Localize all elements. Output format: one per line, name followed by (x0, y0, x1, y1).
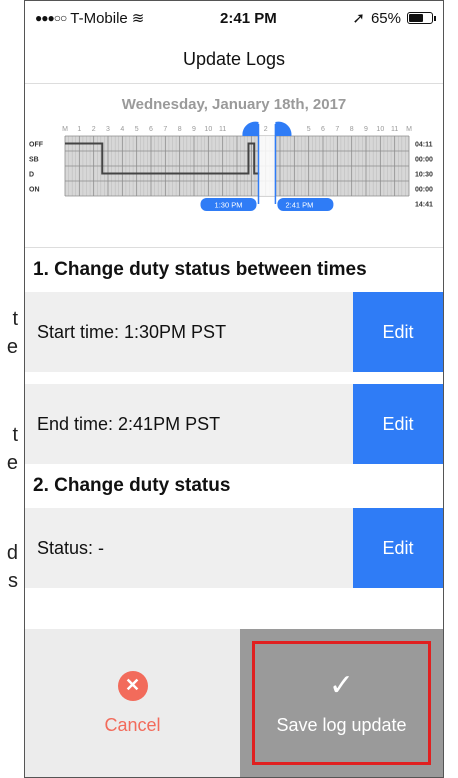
hour-label: 11 (219, 126, 226, 133)
selection-window (258, 136, 276, 196)
page-title: Update Logs (25, 35, 443, 84)
hour-label: 5 (307, 126, 311, 133)
battery-fill (408, 14, 424, 22)
cancel-label: Cancel (104, 714, 161, 735)
hour-label: 2 (264, 126, 268, 133)
hour-label: 6 (321, 126, 325, 133)
hour-label: 4 (120, 126, 124, 133)
hour-label: M (406, 126, 412, 133)
hour-label: 7 (163, 126, 167, 133)
log-grid[interactable]: M 1 2 3 4 5 6 7 8 9 10 11 2 5 6 7 8 9 10 11 M OFF SB D ON 04:11 00… (25, 118, 443, 246)
row-total: 10:30 (415, 172, 433, 179)
edge-fragment: s (8, 570, 18, 592)
hour-label: 2 (92, 126, 96, 133)
status-bar: ●●●○○ T-Mobile ≋ 2:41 PM ➚ 65% (25, 1, 443, 35)
signal-icon: ●●●○○ (35, 11, 67, 25)
end-time-row: End time: 2:41PM PST Edit (25, 384, 443, 464)
row-label: OFF (29, 142, 44, 149)
battery-percent: 65% (370, 9, 401, 27)
location-icon: ➚ (352, 10, 365, 27)
hour-label: 9 (364, 126, 368, 133)
start-time-pill-label: 1:30 PM (215, 201, 243, 210)
end-handle (275, 121, 292, 136)
hour-label: 6 (149, 126, 153, 133)
edge-fragment: t (12, 424, 18, 446)
carrier-group: ●●●○○ T-Mobile ≋ (35, 9, 145, 28)
hour-label: 11 (391, 126, 398, 133)
battery-tip (433, 16, 436, 21)
hour-label: 5 (135, 126, 139, 133)
start-time-row: Start time: 1:30PM PST Edit (25, 292, 443, 372)
close-circle-icon: ✕ (117, 670, 148, 701)
hour-label: 10 (376, 126, 384, 133)
cancel-button[interactable]: ✕ Cancel (25, 629, 240, 777)
start-handle (242, 121, 259, 136)
hour-label: 3 (106, 126, 110, 133)
edit-end-time-button[interactable]: Edit (353, 384, 443, 464)
hour-label: 1 (77, 126, 81, 133)
row-total: 00:00 (415, 187, 433, 194)
save-log-update-button[interactable]: ✓ Save log update (240, 629, 443, 777)
edit-status-button[interactable]: Edit (353, 508, 443, 588)
edit-start-time-button[interactable]: Edit (353, 292, 443, 372)
edge-fragment: e (6, 452, 18, 474)
battery-group: ➚ 65% (352, 9, 436, 27)
section-title-status: 2. Change duty status (25, 464, 443, 508)
action-bar: ✕ Cancel ✓ Save log update (25, 629, 443, 777)
end-time-label: End time: 2:41PM PST (37, 413, 221, 434)
hour-label: 8 (178, 126, 182, 133)
wifi-icon: ≋ (131, 10, 145, 27)
end-time-pill-label: 2:41 PM (285, 201, 313, 210)
section-title-times: 1. Change duty status between times (25, 248, 443, 292)
status-row: Status: - Edit (25, 508, 443, 588)
carrier-name: T-Mobile (70, 9, 128, 27)
status-label: Status: - (37, 537, 105, 558)
phone-screen: ●●●○○ T-Mobile ≋ 2:41 PM ➚ 65% Update Lo… (24, 0, 444, 778)
hour-label: M (62, 126, 68, 133)
hour-label: 8 (350, 126, 354, 133)
hour-label: 9 (192, 126, 196, 133)
row-total: 00:00 (415, 157, 433, 164)
row-total: 14:41 (415, 202, 433, 209)
hour-label: 10 (204, 126, 212, 133)
battery-icon (406, 12, 436, 24)
clock: 2:41 PM (220, 9, 277, 27)
graph-date: Wednesday, January 18th, 2017 (121, 96, 347, 113)
highlight-outline (252, 641, 431, 765)
hour-label: 7 (335, 126, 339, 133)
edge-fragment: d (6, 542, 18, 564)
row-total: 04:11 (415, 142, 433, 149)
background-fragments: t e t e d s (0, 0, 24, 778)
row-label: D (29, 172, 34, 179)
log-graph[interactable]: Wednesday, January 18th, 2017 M 1 2 3 4 5 6 7 8 9… (25, 84, 443, 248)
edge-fragment: e (6, 336, 18, 358)
start-time-label: Start time: 1:30PM PST (37, 321, 227, 342)
row-label: ON (29, 187, 40, 194)
edge-fragment: t (12, 308, 18, 330)
row-label: SB (29, 157, 39, 164)
